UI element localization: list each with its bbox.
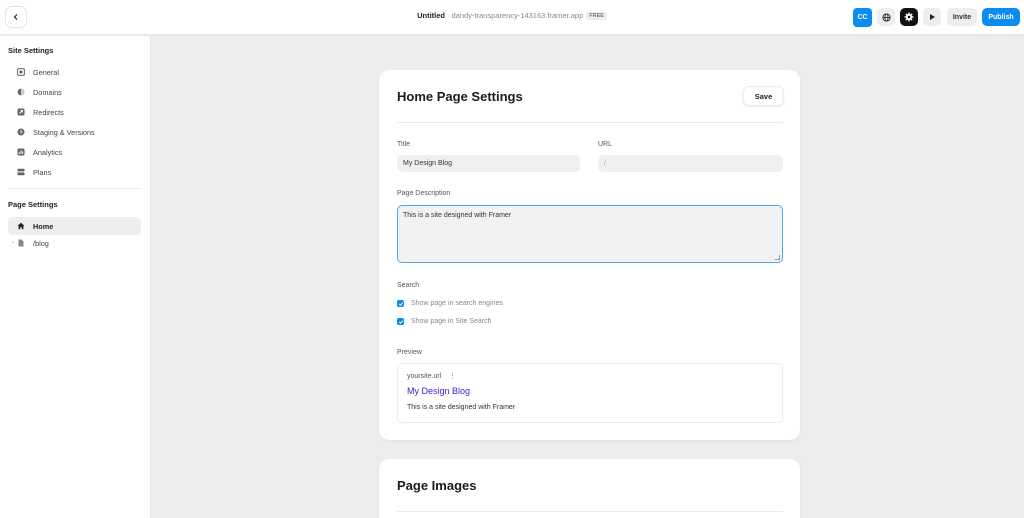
sidebar-item-label: Domains: [33, 87, 62, 97]
sidebar-item-redirects[interactable]: Redirects: [8, 103, 141, 121]
search-label: Search: [397, 282, 420, 289]
preview-button[interactable]: [923, 8, 941, 26]
divider: [397, 122, 783, 123]
sidebar-item-general[interactable]: General: [8, 63, 141, 81]
sidebar-item-label: Plans: [33, 167, 52, 177]
globe-icon: [881, 12, 891, 22]
sidebar-item-staging[interactable]: Staging & Versions: [8, 123, 141, 141]
chart-icon: [16, 147, 26, 157]
divider: [397, 511, 783, 512]
card-title: Page Images: [397, 478, 477, 493]
description-textarea[interactable]: This is a site designed with Framer: [397, 205, 783, 263]
top-bar: Untitled · dandy-transparency-143163.frame…: [0, 0, 1024, 35]
project-domain: dandy-transparency-143163.framer.app: [451, 11, 584, 20]
site-settings-heading: Site Settings: [8, 46, 54, 55]
page-settings-heading: Page Settings: [8, 200, 58, 209]
sidebar-item-domains[interactable]: Domains: [8, 83, 141, 101]
title-input[interactable]: My Design Blog: [397, 155, 580, 172]
home-icon: [16, 221, 26, 231]
check-icon: [398, 301, 403, 306]
description-text: This is a site designed with Framer: [403, 212, 512, 219]
search-preview: yoursite.url ⋮ My Design Blog This is a …: [397, 363, 783, 423]
checkbox[interactable]: [397, 318, 404, 325]
preview-title: My Design Blog: [407, 386, 471, 396]
invite-button[interactable]: Invite: [947, 8, 977, 26]
description-label: Page Description: [397, 190, 451, 197]
layers-icon: [16, 167, 26, 177]
preview-url: yoursite.url: [407, 373, 442, 380]
title-label: Title: [397, 141, 410, 148]
user-avatar[interactable]: CC: [853, 8, 872, 27]
clock-icon: [16, 127, 26, 137]
sidebar-item-home[interactable]: Home: [8, 217, 141, 235]
url-label: URL: [598, 141, 613, 148]
card-title: Home Page Settings: [397, 89, 523, 104]
settings-button[interactable]: [900, 8, 918, 26]
sidebar-item-label: Redirects: [33, 107, 64, 117]
site-button[interactable]: [877, 8, 895, 26]
resize-handle[interactable]: [775, 255, 780, 260]
sidebar-item-label: General: [33, 67, 59, 77]
file-icon: [16, 238, 26, 248]
sidebar: Site Settings General Domains Redirects …: [0, 36, 151, 518]
sidebar-item-plans[interactable]: Plans: [8, 163, 141, 181]
page-images-card: Page Images: [379, 459, 800, 518]
sidebar-item-label: Home: [33, 221, 54, 231]
sidebar-item-blog[interactable]: /blog: [8, 234, 141, 252]
title-separator: ·: [447, 11, 450, 20]
preview-label: Preview: [397, 349, 422, 356]
save-button[interactable]: Save: [744, 87, 783, 105]
general-icon: [16, 67, 26, 77]
project-title: Untitled: [417, 11, 445, 20]
url-input[interactable]: /: [598, 155, 783, 172]
sidebar-item-label: Staging & Versions: [33, 127, 95, 137]
check-icon: [398, 319, 403, 324]
checkbox[interactable]: [397, 300, 404, 307]
globe-icon: [16, 87, 26, 97]
more-vertical-icon: ⋮: [449, 373, 456, 380]
site-search-option[interactable]: Show page in Site Search: [397, 318, 492, 325]
checkbox-label: Show page in search engines: [411, 300, 503, 307]
plan-badge: FREE: [586, 12, 607, 20]
checkbox-label: Show page in Site Search: [411, 318, 492, 325]
play-icon: [930, 14, 935, 20]
home-page-settings-card: Home Page Settings Save Title My Design …: [379, 70, 800, 440]
sidebar-item-analytics[interactable]: Analytics: [8, 143, 141, 161]
sidebar-divider: [8, 188, 141, 189]
search-engines-option[interactable]: Show page in search engines: [397, 300, 503, 307]
preview-description: This is a site designed with Framer: [407, 404, 516, 411]
sidebar-item-label: Analytics: [33, 147, 63, 157]
redirect-icon: [16, 107, 26, 117]
publish-button[interactable]: Publish: [982, 8, 1020, 26]
gear-icon: [904, 12, 914, 22]
sidebar-item-label: /blog: [33, 238, 49, 248]
